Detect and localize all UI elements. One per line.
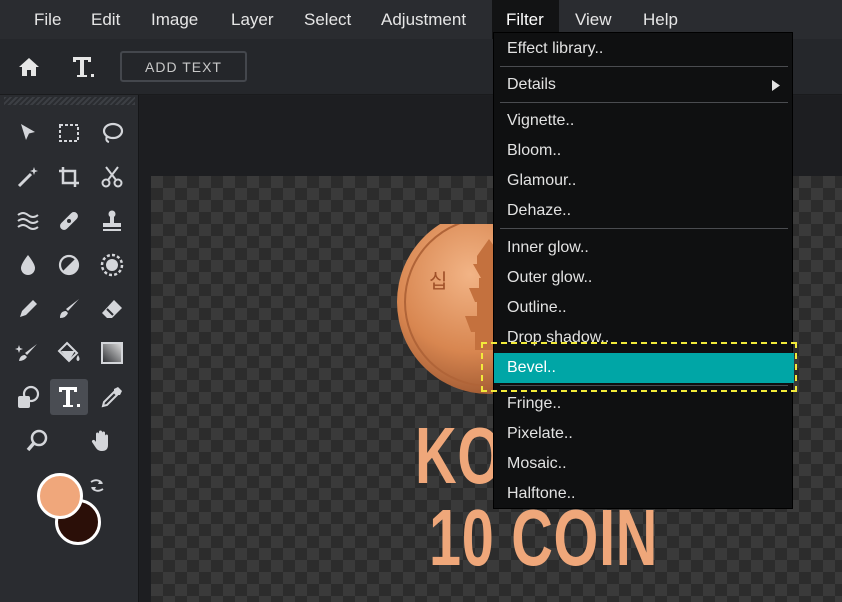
eyedropper-icon[interactable] (93, 379, 131, 415)
magic-wand-icon[interactable] (9, 159, 47, 195)
menu-edit[interactable]: Edit (77, 0, 134, 39)
menu-adjustment[interactable]: Adjustment (367, 0, 480, 39)
eraser-icon[interactable] (93, 291, 131, 327)
stamp-icon[interactable] (93, 203, 131, 239)
color-replace-icon[interactable] (93, 247, 131, 283)
canvas-text-line2: 10 COIN (429, 493, 659, 582)
menu-item-effect-library[interactable]: Effect library.. (494, 34, 794, 64)
spot-brush-icon[interactable] (9, 335, 47, 371)
menu-item-fringe[interactable]: Fringe.. (494, 389, 794, 419)
bucket-fill-icon[interactable] (50, 335, 88, 371)
menu-item-drop-shadow[interactable]: Drop shadow.. (494, 323, 794, 353)
pencil-icon[interactable] (9, 291, 47, 327)
menu-item-bevel[interactable]: Bevel.. (494, 353, 794, 383)
submenu-arrow-icon (772, 80, 780, 91)
drop-blur-icon[interactable] (9, 247, 47, 283)
menu-file[interactable]: File (20, 0, 75, 39)
menu-item-details-label: Details (507, 76, 556, 93)
marquee-select-icon[interactable] (50, 115, 88, 151)
menu-divider (500, 102, 788, 103)
menu-item-vignette[interactable]: Vignette.. (494, 106, 794, 136)
menu-image[interactable]: Image (137, 0, 212, 39)
menu-item-pixelate[interactable]: Pixelate.. (494, 419, 794, 449)
menu-divider (500, 385, 788, 386)
swap-colors-icon[interactable] (86, 475, 108, 497)
menu-divider (500, 228, 788, 229)
menu-item-halftone[interactable]: Halftone.. (494, 479, 794, 509)
add-text-button[interactable]: ADD TEXT (120, 51, 247, 82)
menu-divider (500, 66, 788, 67)
zoom-icon[interactable] (19, 423, 57, 459)
filter-dropdown-menu: Effect library.. Details Vignette.. Bloo… (493, 32, 794, 509)
brush-icon[interactable] (50, 291, 88, 327)
heal-bandage-icon[interactable] (50, 203, 88, 239)
menu-layer[interactable]: Layer (217, 0, 288, 39)
menu-item-bloom[interactable]: Bloom.. (494, 136, 794, 166)
menu-select[interactable]: Select (290, 0, 365, 39)
menu-item-details[interactable]: Details (494, 70, 794, 100)
menu-item-dehaze[interactable]: Dehaze.. (494, 196, 794, 226)
menu-item-mosaic[interactable]: Mosaic.. (494, 449, 794, 479)
home-icon[interactable] (15, 53, 43, 81)
foreground-color-swatch[interactable] (37, 473, 83, 519)
text-icon[interactable] (50, 379, 88, 415)
menu-item-glamour[interactable]: Glamour.. (494, 166, 794, 196)
coin-character: 십 (429, 269, 447, 293)
text-tool-icon[interactable] (69, 53, 97, 81)
crop-icon[interactable] (50, 159, 88, 195)
menu-item-outer-glow[interactable]: Outer glow.. (494, 263, 794, 293)
scissors-icon[interactable] (93, 159, 131, 195)
menu-item-inner-glow[interactable]: Inner glow.. (494, 233, 794, 263)
liquify-icon[interactable] (9, 203, 47, 239)
shape-icon[interactable] (9, 379, 47, 415)
menu-item-outline[interactable]: Outline.. (494, 293, 794, 323)
hand-icon[interactable] (83, 423, 121, 459)
panel-grip[interactable] (4, 97, 135, 105)
sponge-icon[interactable] (50, 247, 88, 283)
lasso-icon[interactable] (93, 115, 131, 151)
arrow-select-icon[interactable] (9, 115, 47, 151)
tools-panel (0, 95, 139, 602)
gradient-icon[interactable] (93, 335, 131, 371)
